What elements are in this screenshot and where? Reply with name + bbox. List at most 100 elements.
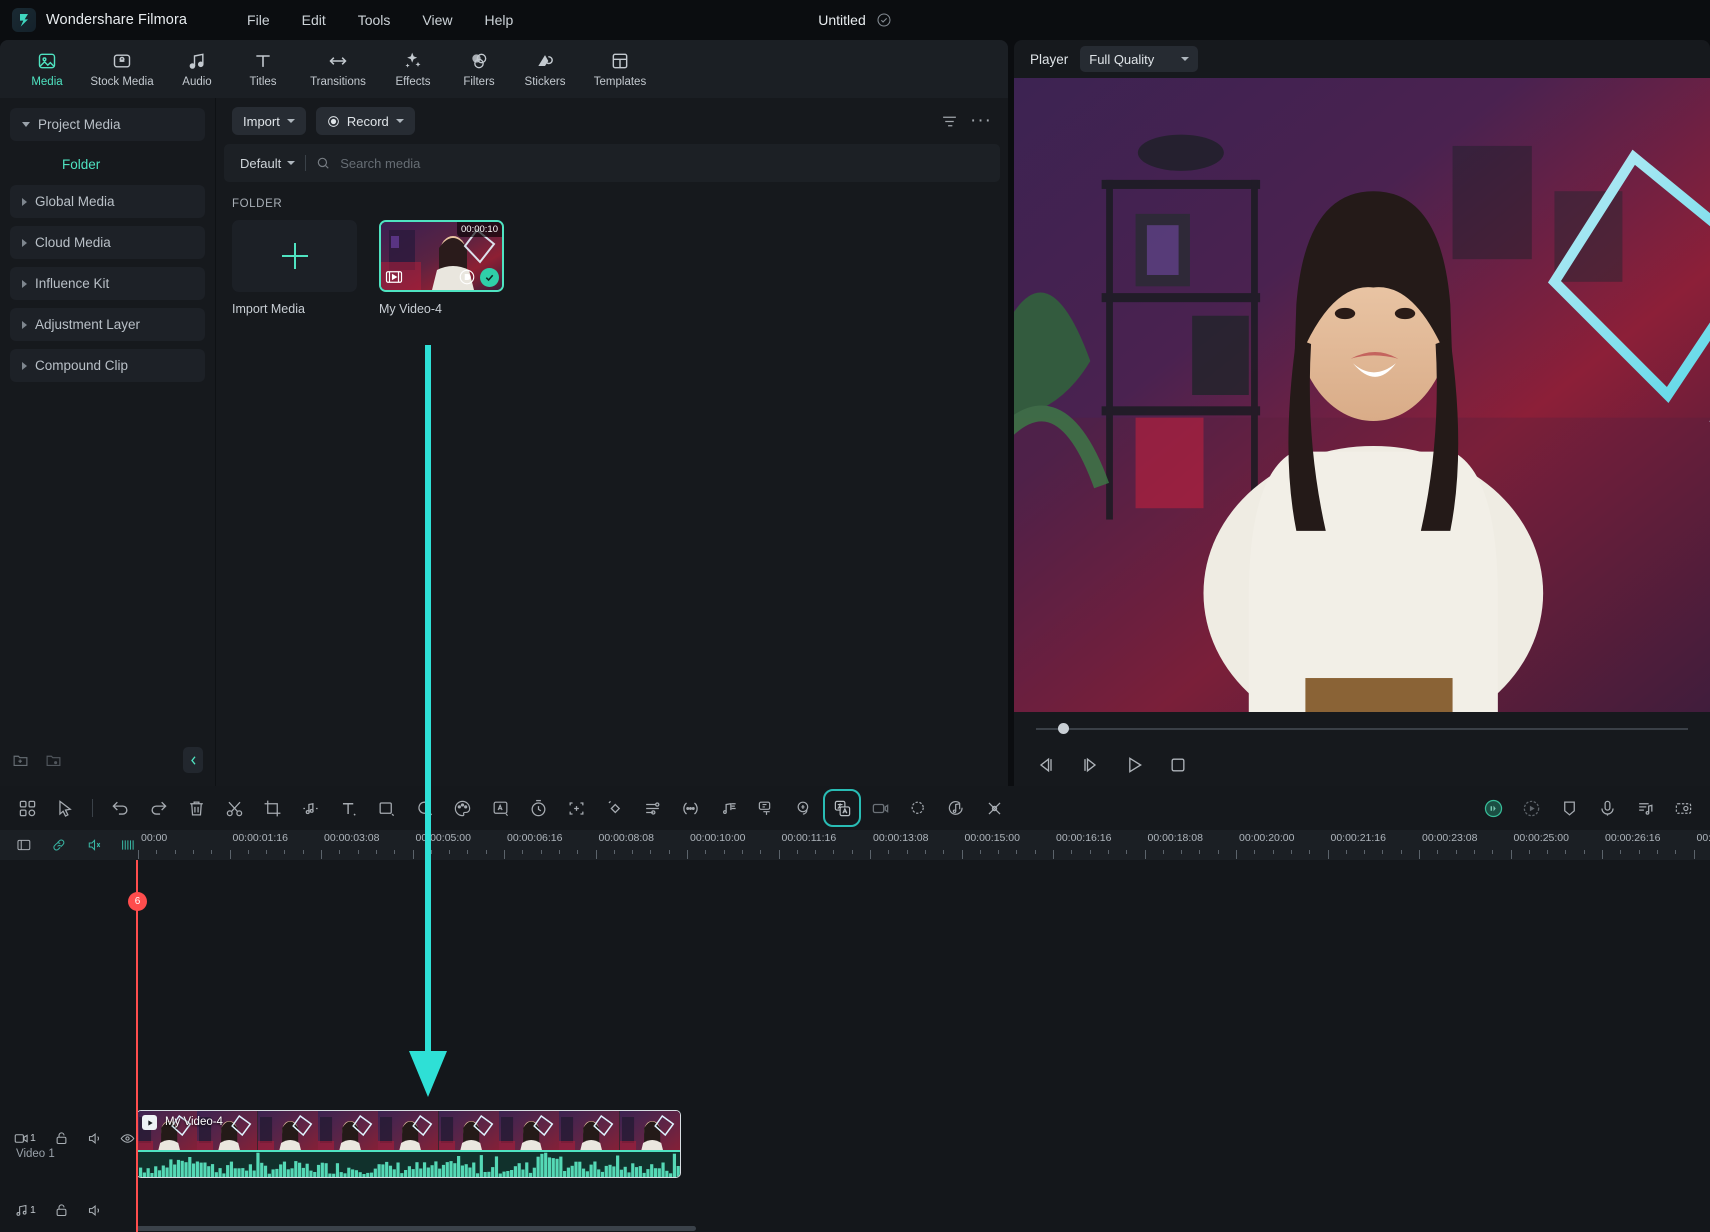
project-title[interactable]: Untitled: [818, 12, 865, 28]
filter-sort-button[interactable]: [938, 110, 960, 132]
grid-view-icon[interactable]: [16, 797, 38, 819]
stop-button[interactable]: [1168, 755, 1190, 777]
record-button[interactable]: Record: [315, 107, 415, 135]
tab-effects[interactable]: Effects: [380, 47, 446, 92]
auto-translate-icon[interactable]: [823, 789, 861, 827]
tab-templates[interactable]: Templates: [578, 47, 662, 92]
search-input[interactable]: [340, 155, 984, 171]
timeline-playhead[interactable]: [136, 860, 138, 1232]
sidebar-item-influence-kit[interactable]: Influence Kit: [10, 267, 205, 300]
undo-icon[interactable]: [109, 797, 131, 819]
tab-stock-media[interactable]: Stock Media: [80, 47, 164, 92]
import-button[interactable]: Import: [232, 107, 306, 135]
keyframe-rotate-icon[interactable]: [413, 797, 435, 819]
menu-tools[interactable]: Tools: [356, 9, 393, 31]
ai-music-icon[interactable]: [945, 797, 967, 819]
player-scrubber-handle[interactable]: [1058, 723, 1069, 734]
ai-copilot-icon[interactable]: [1482, 797, 1504, 819]
redo-icon[interactable]: [147, 797, 169, 819]
keyframe-icon[interactable]: [603, 797, 625, 819]
playhead-marker-badge[interactable]: 6: [128, 892, 147, 911]
crop-icon[interactable]: [261, 797, 283, 819]
text-icon[interactable]: [337, 797, 359, 819]
lock-icon[interactable]: [54, 1131, 69, 1146]
text-to-speech-icon[interactable]: [793, 797, 815, 819]
sidebar-item-adjustment-layer[interactable]: Adjustment Layer: [10, 308, 205, 341]
sidebar-item-label: Project Media: [38, 117, 121, 132]
ruler-tick: [375, 850, 377, 854]
render-preview-icon[interactable]: [1520, 797, 1542, 819]
sidebar-item-project-media[interactable]: Project Media: [10, 108, 205, 141]
speed-timer-icon[interactable]: [527, 797, 549, 819]
settings-gear-icon[interactable]: [458, 268, 476, 286]
tab-filters[interactable]: Filters: [446, 47, 512, 92]
markers-icon[interactable]: [120, 837, 136, 853]
clip-play-icon[interactable]: [142, 1115, 157, 1130]
ruler-tick: [870, 850, 871, 859]
player-scrubber-track[interactable]: [1036, 723, 1688, 734]
tab-media[interactable]: Media: [14, 47, 80, 92]
media-thumbnail-my-video-4[interactable]: 00:00:10: [379, 220, 504, 292]
library-body: Project Media Folder Global Media Cloud …: [0, 98, 1008, 786]
speech-to-text-icon[interactable]: [755, 797, 777, 819]
playhead-marker-label: 6: [134, 896, 141, 907]
motion-tracking-icon[interactable]: [565, 797, 587, 819]
timeline-clip-my-video-4[interactable]: My Video-4: [136, 1110, 681, 1178]
audio-ducking-icon[interactable]: [717, 797, 739, 819]
mute-icon[interactable]: [87, 1203, 102, 1218]
lock-icon[interactable]: [54, 1203, 69, 1218]
ruler-tick: [687, 850, 688, 859]
more-options-icon[interactable]: [679, 797, 701, 819]
audio-mixer-icon[interactable]: [1634, 797, 1656, 819]
prev-frame-button[interactable]: [1036, 755, 1058, 777]
menu-help[interactable]: Help: [483, 9, 516, 31]
split-scissors-icon[interactable]: [223, 797, 245, 819]
snap-icon[interactable]: [16, 837, 32, 853]
sidebar-item-compound-clip[interactable]: Compound Clip: [10, 349, 205, 382]
tab-titles[interactable]: Titles: [230, 47, 296, 92]
sidebar-item-folder[interactable]: Folder: [10, 149, 205, 179]
next-frame-button[interactable]: [1080, 755, 1102, 777]
tab-stickers[interactable]: Stickers: [512, 47, 578, 92]
link-icon[interactable]: [51, 837, 67, 853]
voiceover-mic-icon[interactable]: [1596, 797, 1618, 819]
menu-view[interactable]: View: [420, 9, 454, 31]
tab-transitions[interactable]: Transitions: [296, 47, 380, 92]
menu-file[interactable]: File: [245, 9, 272, 31]
more-options-button[interactable]: ···: [970, 110, 992, 132]
color-palette-icon[interactable]: [451, 797, 473, 819]
sidebar-item-global-media[interactable]: Global Media: [10, 185, 205, 218]
video-preview[interactable]: [1014, 78, 1710, 712]
select-tool-icon[interactable]: [54, 797, 76, 819]
ai-link-icon[interactable]: [983, 797, 1005, 819]
marker-icon[interactable]: [1558, 797, 1580, 819]
collapse-sidebar-button[interactable]: [183, 747, 203, 773]
quality-dropdown[interactable]: Full Quality: [1080, 46, 1199, 72]
adjust-sliders-icon[interactable]: [641, 797, 663, 819]
import-media-tile[interactable]: [232, 220, 357, 292]
silence-detection-icon[interactable]: [869, 797, 891, 819]
tab-audio[interactable]: Audio: [164, 47, 230, 92]
folder-options-icon[interactable]: [45, 752, 62, 769]
eye-visibility-icon[interactable]: [120, 1131, 135, 1146]
tab-titles-label: Titles: [249, 75, 277, 88]
mute-toggle-icon[interactable]: [86, 837, 102, 853]
mute-icon[interactable]: [87, 1131, 102, 1146]
preview-settings-icon[interactable]: [1672, 797, 1694, 819]
audio-detach-icon[interactable]: [299, 797, 321, 819]
timeline-horizontal-scrollbar[interactable]: [0, 1225, 1710, 1232]
audio-track-badge: 1: [14, 1203, 36, 1218]
sort-dropdown[interactable]: Default: [240, 156, 296, 171]
media-library-panel: Media Stock Media Audio Titles Transitio…: [0, 40, 1008, 786]
menu-edit[interactable]: Edit: [300, 9, 328, 31]
mask-shape-icon[interactable]: [375, 797, 397, 819]
scrollbar-thumb[interactable]: [136, 1226, 696, 1231]
smart-cutout-icon[interactable]: [907, 797, 929, 819]
new-folder-icon[interactable]: [12, 752, 29, 769]
play-button[interactable]: [1124, 755, 1146, 777]
filmora-app-window: Wondershare Filmora File Edit Tools View…: [0, 0, 1710, 1232]
auto-enhance-icon[interactable]: [489, 797, 511, 819]
delete-icon[interactable]: [185, 797, 207, 819]
timeline-ruler[interactable]: 00:00 00:00:01:16 00:00:03:08 00:00:05:00 00…: [136, 830, 1710, 860]
sidebar-item-cloud-media[interactable]: Cloud Media: [10, 226, 205, 259]
